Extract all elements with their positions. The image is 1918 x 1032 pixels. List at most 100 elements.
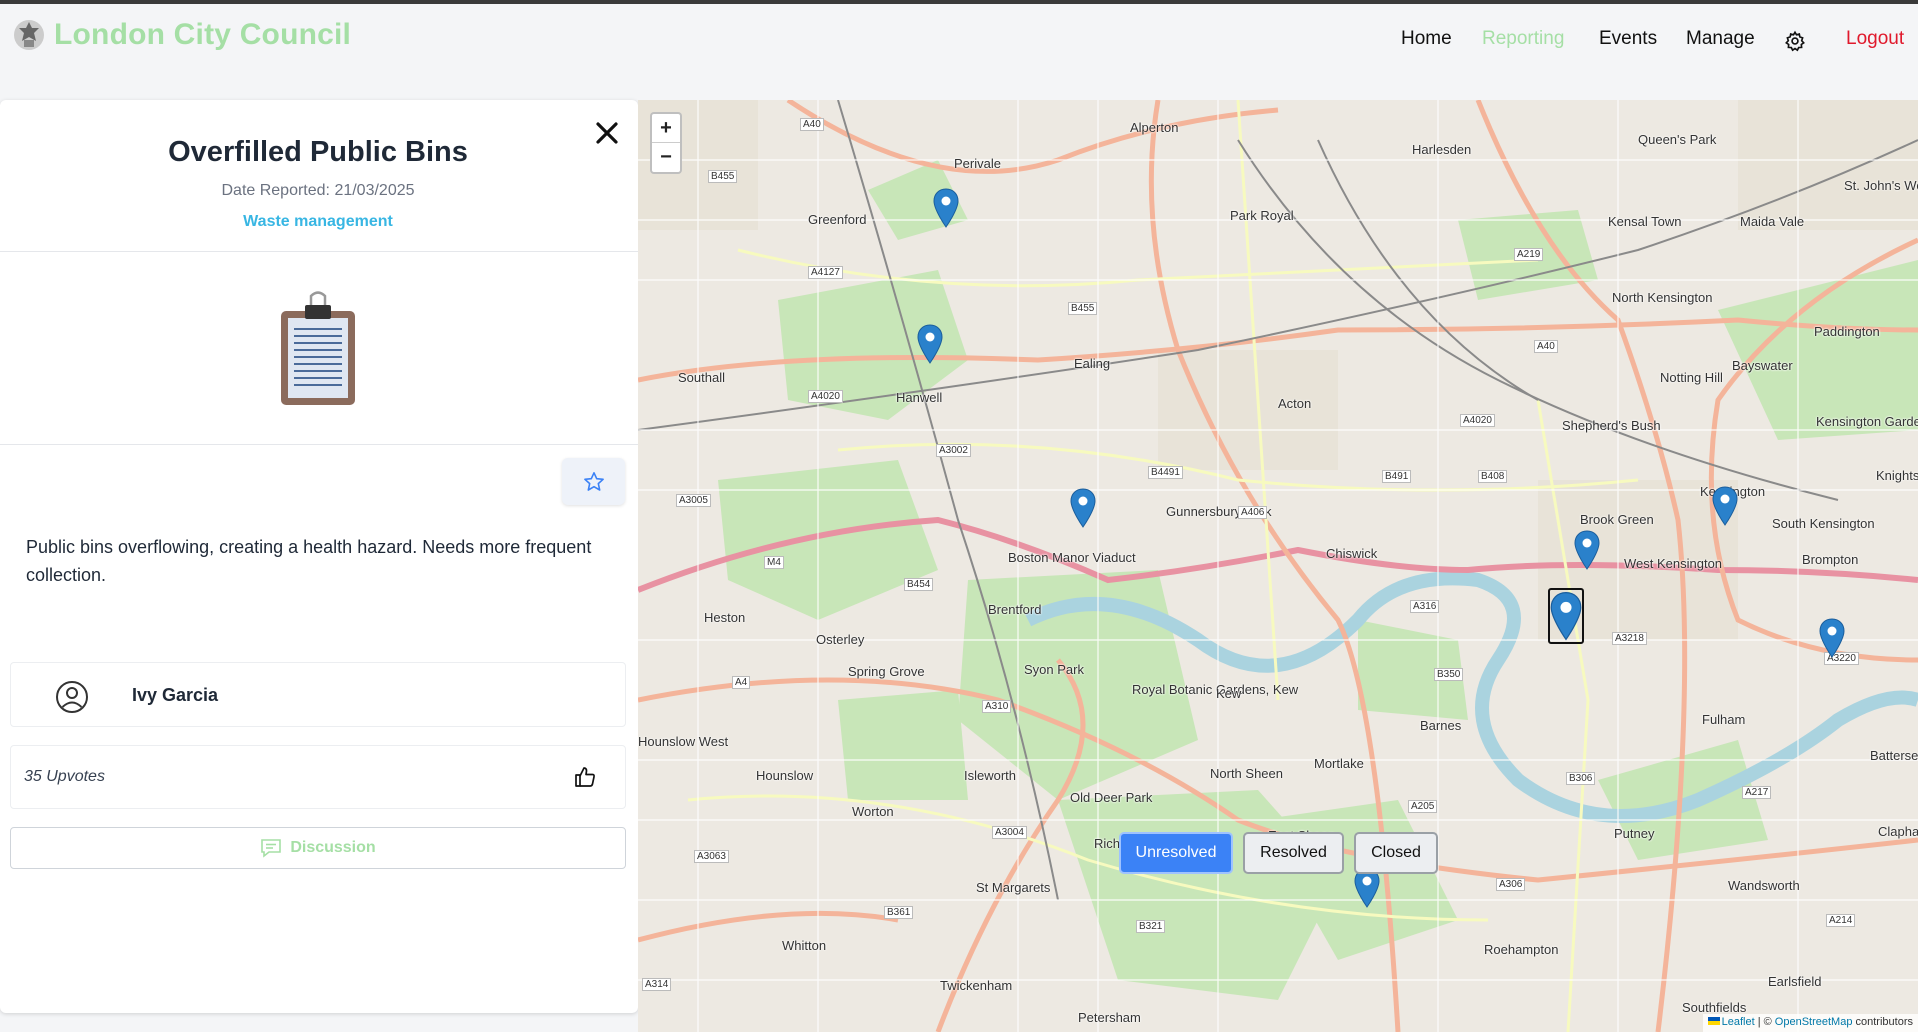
leaflet-flag-icon [1707, 1017, 1720, 1025]
place-label: Osterley [816, 632, 865, 647]
place-label: Earlsfield [1768, 974, 1822, 989]
road-label: B491 [1382, 470, 1412, 483]
road-label: A3005 [676, 494, 711, 507]
map-attribution: Leaflet | © OpenStreetMap contributors [1702, 1014, 1918, 1032]
place-label: Kensington Gardens [1816, 414, 1918, 429]
selected-map-pin-icon[interactable] [1548, 588, 1584, 644]
place-label: Worton [852, 804, 894, 819]
place-label: Alperton [1130, 120, 1179, 135]
place-label: Ealing [1074, 356, 1111, 371]
filter-unresolved-button[interactable]: Unresolved [1119, 832, 1233, 874]
place-label: Greenford [808, 212, 867, 227]
map-pin-icon[interactable] [933, 188, 959, 228]
divider [0, 444, 638, 445]
gear-icon[interactable] [1784, 30, 1806, 52]
place-label: St Margarets [976, 880, 1051, 895]
place-label: Maida Vale [1740, 214, 1805, 229]
filter-resolved-button[interactable]: Resolved [1243, 832, 1344, 874]
place-label: Boston Manor Viaduct [1008, 550, 1136, 565]
road-label: A314 [642, 978, 672, 991]
road-label: B361 [884, 906, 914, 919]
road-label: A40 [800, 118, 824, 131]
place-label: Kew [1216, 686, 1242, 701]
road-label: A214 [1826, 914, 1856, 927]
road-label: A219 [1514, 248, 1544, 261]
place-label: Notting Hill [1660, 370, 1723, 385]
place-label: Kensal Town [1608, 214, 1682, 229]
nav-events[interactable]: Events [1599, 28, 1657, 50]
zoom-control: + − [650, 112, 682, 174]
divider [0, 251, 638, 252]
place-label: Fulham [1702, 712, 1746, 727]
place-label: Hanwell [896, 390, 943, 405]
road-label: A4 [732, 676, 751, 689]
road-label: A217 [1742, 786, 1772, 799]
zoom-out-button[interactable]: − [652, 143, 680, 172]
road-label: A3218 [1612, 632, 1647, 645]
road-label: A40 [1534, 340, 1558, 353]
place-label: Harlesden [1412, 142, 1472, 157]
nav-home[interactable]: Home [1401, 28, 1452, 50]
chat-bubble-icon [261, 839, 282, 858]
place-label: Whitton [782, 938, 827, 953]
report-date: Date Reported: 21/03/2025 [221, 182, 415, 199]
map-pin-icon[interactable] [1712, 486, 1738, 526]
road-label: B4491 [1148, 466, 1183, 479]
map[interactable]: Alperton Harlesden Queen's Park Perivale St.… [638, 100, 1918, 1032]
filter-closed-button[interactable]: Closed [1354, 832, 1438, 874]
nav-logout[interactable]: Logout [1846, 28, 1904, 50]
discussion-label: Discussion [290, 839, 376, 856]
place-label: Clapham J [1878, 824, 1918, 839]
clipboard-icon [281, 291, 355, 405]
map-pin-icon[interactable] [917, 324, 943, 364]
brand-title: London City Council [54, 18, 352, 51]
place-label: South Kensington [1772, 516, 1875, 531]
place-label: Roehampton [1484, 942, 1559, 957]
place-label: Acton [1278, 396, 1312, 411]
map-pin-icon[interactable] [1819, 618, 1845, 658]
map-pin-icon[interactable] [1354, 868, 1380, 908]
road-label: B408 [1478, 470, 1508, 483]
place-label: Southall [678, 370, 725, 385]
place-label: Knights [1876, 468, 1918, 483]
place-label: Brentford [988, 602, 1042, 617]
place-label: Heston [704, 610, 746, 625]
place-label: Park Royal [1230, 208, 1294, 223]
attribution-separator: | © [1757, 1016, 1772, 1028]
place-label: Isleworth [964, 768, 1017, 783]
road-label: A3002 [936, 444, 971, 457]
upvote-card: 35 Upvotes [10, 745, 626, 809]
place-label: Brook Green [1580, 512, 1654, 527]
place-label: Twickenham [940, 978, 1013, 993]
road-label: B321 [1136, 920, 1166, 933]
place-label: Paddington [1814, 324, 1880, 339]
report-title: Overfilled Public Bins [168, 136, 468, 168]
report-description: Public bins overflowing, creating a heal… [26, 537, 592, 585]
report-category[interactable]: Waste management [0, 213, 636, 231]
road-label: A3004 [992, 826, 1027, 839]
discussion-button[interactable]: Discussion [10, 827, 626, 869]
road-label: B455 [1068, 302, 1098, 315]
road-label: A3063 [694, 850, 729, 863]
place-label: Bayswater [1732, 358, 1793, 373]
favorite-button[interactable] [562, 458, 625, 505]
place-label: Brompton [1802, 552, 1859, 567]
map-tiles [638, 100, 1918, 1032]
upvote-count: 35 Upvotes [24, 768, 105, 785]
app-header: London City Council Home Reporting Event… [0, 4, 1918, 72]
map-pin-icon[interactable] [1574, 530, 1600, 570]
road-label: A406 [1238, 506, 1268, 519]
place-label: Syon Park [1024, 662, 1084, 677]
nav-reporting[interactable]: Reporting [1482, 28, 1564, 50]
osm-link[interactable]: OpenStreetMap [1775, 1016, 1853, 1028]
brand[interactable]: London City Council [12, 18, 351, 52]
place-label: Hounslow [756, 768, 814, 783]
zoom-in-button[interactable]: + [652, 114, 680, 143]
map-pin-icon[interactable] [1070, 488, 1096, 528]
star-icon [583, 471, 604, 491]
leaflet-link[interactable]: Leaflet [1722, 1016, 1755, 1028]
nav-manage[interactable]: Manage [1686, 28, 1755, 50]
road-label: A306 [1496, 878, 1526, 891]
thumbs-up-icon[interactable] [573, 765, 597, 789]
place-label: Southfields [1682, 1000, 1747, 1015]
